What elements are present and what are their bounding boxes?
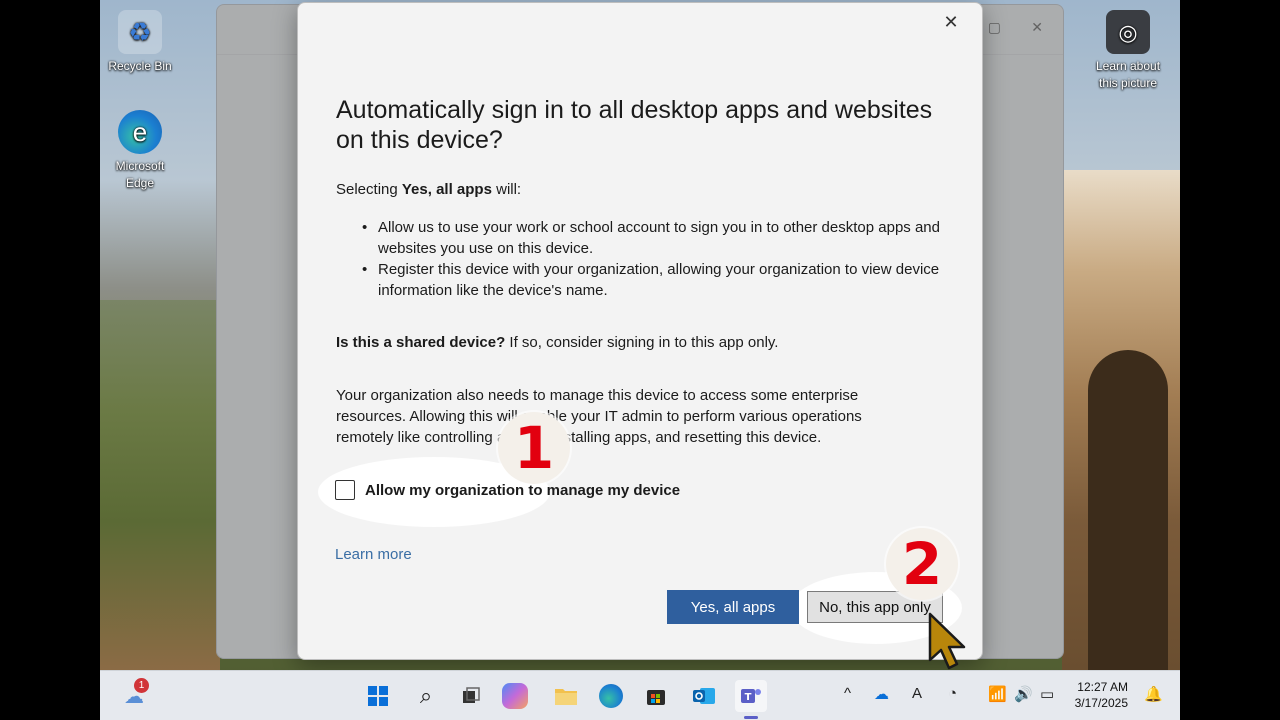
shared-device-text: Is this a shared device? If so, consider…	[336, 332, 946, 353]
search-icon[interactable]: ⌕	[410, 680, 442, 712]
list-item: Register this device with your organizat…	[360, 259, 950, 301]
focus-icon[interactable]: ◔	[948, 685, 957, 702]
file-explorer-icon[interactable]	[550, 680, 582, 712]
clock-date: 3/17/2025	[1074, 696, 1128, 710]
copilot-icon[interactable]	[502, 683, 528, 709]
ime-icon[interactable]: A	[912, 685, 922, 702]
outlook-icon[interactable]	[688, 680, 720, 712]
intro-bold: Yes, all apps	[401, 181, 492, 198]
volume-icon[interactable]: 🔊	[1014, 685, 1033, 703]
manage-device-text: Your organization also needs to manage t…	[336, 387, 862, 446]
dialog-close-button[interactable]: ✕	[938, 9, 964, 35]
letterbox-left	[0, 0, 100, 720]
edge-icon[interactable]	[595, 680, 627, 712]
desktop: ♻ Recycle Bin e Microsoft Edge ◎ Learn a…	[100, 0, 1180, 720]
benefit-list: Allow us to use your work or school acco…	[360, 217, 950, 301]
desktop-icon-label: Recycle Bin	[108, 59, 172, 73]
desktop-icon-recycle-bin[interactable]: ♻ Recycle Bin	[100, 10, 180, 75]
taskbar-clock[interactable]: 12:27 AM 3/17/2025	[1075, 679, 1128, 711]
intro-text: Selecting Yes, all apps will:	[336, 179, 946, 200]
letterbox-right	[1180, 0, 1280, 720]
desktop-icon-label: Microsoft Edge	[115, 159, 165, 190]
manage-device-checkbox-row[interactable]: Allow my organization to manage my devic…	[335, 480, 680, 500]
task-view-icon[interactable]	[455, 680, 487, 712]
background-cliff	[100, 300, 220, 670]
learn-more-link[interactable]: Learn more	[335, 546, 412, 563]
teams-active-indicator	[744, 716, 758, 719]
recycle-bin-icon: ♻	[118, 10, 162, 54]
desktop-icon-edge[interactable]: e Microsoft Edge	[100, 110, 180, 192]
step-badge-2: 2	[886, 528, 958, 600]
checkbox-label: Allow my organization to manage my devic…	[365, 481, 681, 499]
teams-icon[interactable]: T	[735, 680, 767, 712]
shared-text: If so, consider signing in to this app o…	[505, 334, 779, 351]
list-item: Allow us to use your work or school acco…	[360, 217, 950, 259]
yes-all-apps-button[interactable]: Yes, all apps	[667, 590, 799, 624]
shared-bold: Is this a shared device?	[336, 334, 506, 351]
onedrive-icon[interactable]: ☁	[874, 685, 889, 703]
manage-device-checkbox[interactable]	[335, 480, 355, 500]
chevron-up-icon[interactable]: ^	[844, 685, 851, 702]
step-badge-1: 1	[498, 412, 570, 484]
close-icon: ✕	[943, 11, 959, 32]
windows-start-icon[interactable]	[362, 680, 394, 712]
background-bridge-arch	[1088, 350, 1168, 670]
store-icon[interactable]	[640, 680, 672, 712]
svg-text:T: T	[745, 692, 752, 703]
desktop-icon-label: Learn about this picture	[1095, 59, 1161, 90]
intro-prefix: Selecting	[336, 181, 402, 198]
intro-suffix: will:	[491, 181, 522, 198]
wifi-icon[interactable]: 📶	[988, 685, 1007, 703]
camera-icon: ◎	[1106, 10, 1150, 54]
battery-icon[interactable]: ▭	[1040, 685, 1054, 703]
taskbar: ☁ 1 ⌕ T ^ ☁ A ◔ 📶 🔊 ▭ 12:27 AM 3/17/2025…	[100, 670, 1180, 720]
bell-icon[interactable]: 🔔	[1144, 685, 1163, 703]
notification-badge: 1	[134, 678, 149, 693]
desktop-icon-learn-about-picture[interactable]: ◎ Learn about this picture	[1088, 10, 1168, 92]
mouse-pointer-icon	[928, 612, 966, 670]
dialog-title: Automatically sign in to all desktop app…	[336, 96, 933, 154]
clock-time: 12:27 AM	[1077, 680, 1128, 694]
edge-icon: e	[118, 110, 162, 154]
